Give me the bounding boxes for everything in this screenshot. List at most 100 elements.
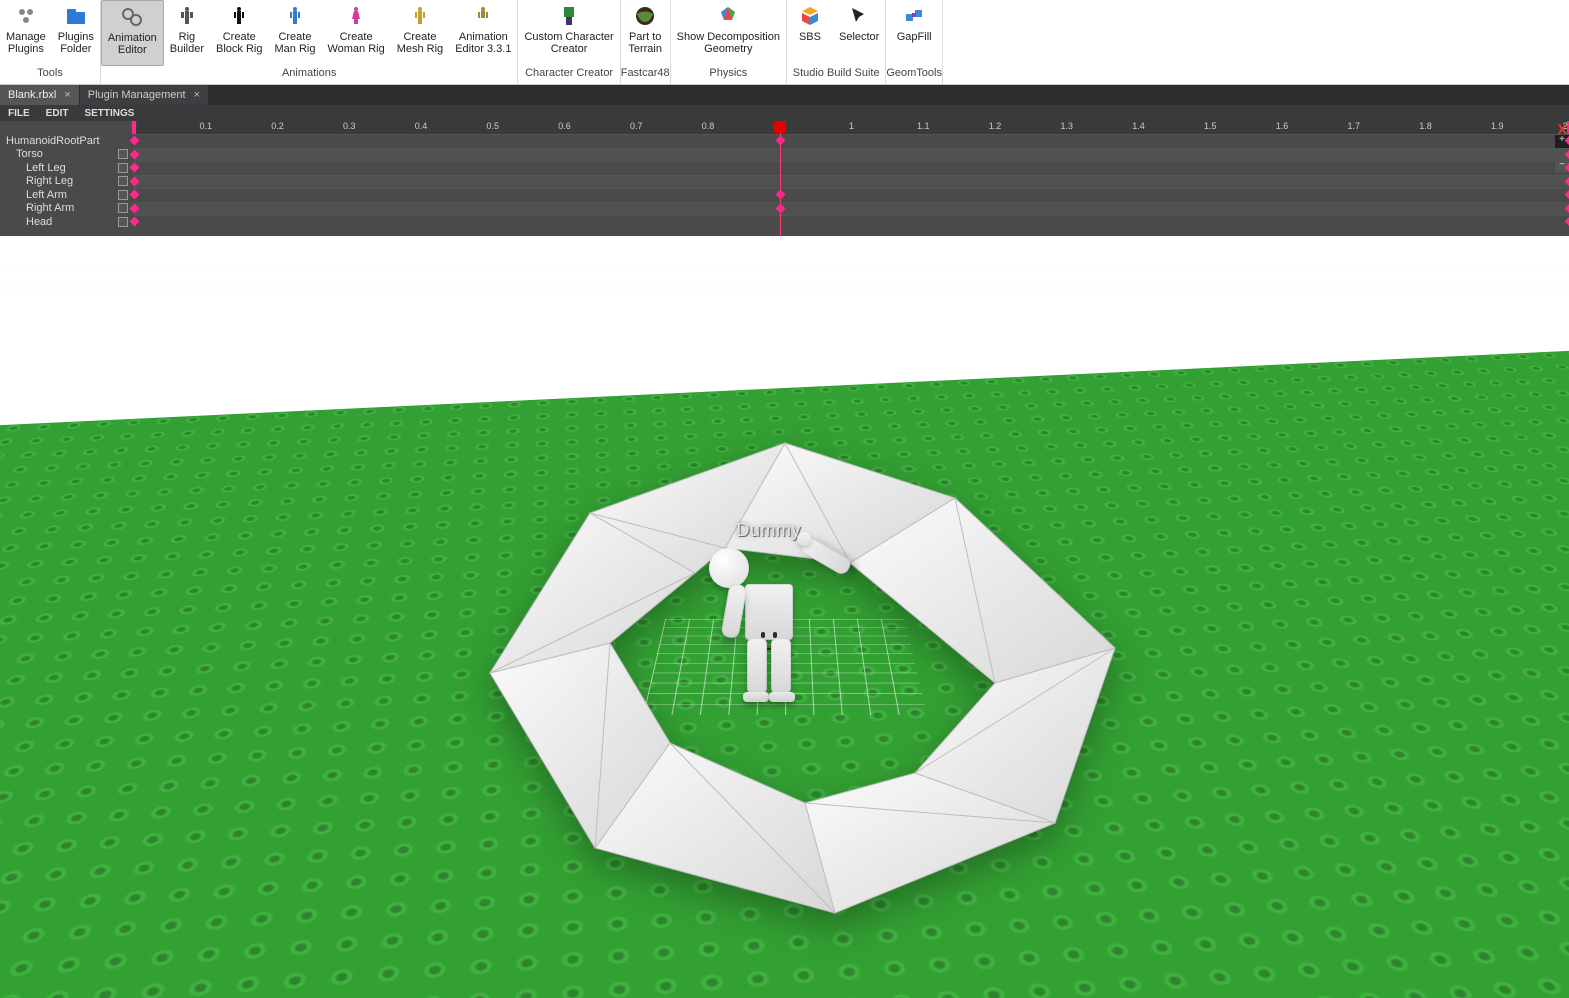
selector-icon bbox=[847, 4, 871, 28]
ruler-tick: 0.4 bbox=[415, 121, 428, 131]
animation-timeline: 00.10.20.30.40.50.60.70.80.911.11.21.31.… bbox=[134, 121, 1569, 236]
ribbon-button-label: AnimationEditor 3.3.1 bbox=[455, 31, 511, 55]
tree-item-checkbox[interactable] bbox=[118, 163, 128, 173]
tab-label: Blank.rbxl bbox=[8, 89, 56, 101]
ruler-tick: 0.7 bbox=[630, 121, 643, 131]
ruler-tick: 1.9 bbox=[1491, 121, 1504, 131]
tree-row[interactable]: Right Arm bbox=[0, 202, 134, 216]
anim-menu-item[interactable]: FILE bbox=[0, 108, 38, 119]
track-lane[interactable] bbox=[134, 215, 1569, 229]
ribbon-group: SBSSelectorStudio Build Suite bbox=[787, 0, 886, 84]
ribbon-button-label: CreateMesh Rig bbox=[397, 31, 443, 55]
tab-close-icon[interactable]: × bbox=[64, 89, 70, 101]
tree-item-checkbox[interactable] bbox=[118, 149, 128, 159]
tree-item-checkbox[interactable] bbox=[118, 203, 128, 213]
tree-row[interactable]: Torso bbox=[0, 148, 134, 162]
create-mesh-rig-button[interactable]: CreateMesh Rig bbox=[391, 0, 449, 66]
part-to-terrain-button[interactable]: Part toTerrain bbox=[622, 0, 668, 66]
close-animation-editor-button[interactable]: X bbox=[1558, 121, 1567, 137]
ribbon-button-label: GapFill bbox=[897, 31, 932, 43]
ribbon-section-label: Animations bbox=[101, 66, 518, 84]
sbs-button[interactable]: SBS bbox=[787, 0, 833, 66]
left-foot bbox=[743, 692, 769, 702]
animation-editor-icon bbox=[120, 5, 144, 29]
ribbon-button-label: Show DecompositionGeometry bbox=[677, 31, 780, 55]
viewport-3d[interactable]: Dummy bbox=[0, 236, 1569, 998]
track-lane[interactable] bbox=[134, 175, 1569, 189]
create-woman-rig-icon bbox=[344, 4, 368, 28]
character-name-label: Dummy bbox=[737, 520, 802, 541]
custom-character-creator-icon bbox=[557, 4, 581, 28]
create-woman-rig-button[interactable]: CreateWoman Rig bbox=[321, 0, 390, 66]
show-decomposition-geometry-button[interactable]: Show DecompositionGeometry bbox=[671, 0, 786, 66]
ribbon-group: AnimationEditor RigBuilderCreateBlock Rig… bbox=[101, 0, 519, 84]
tree-item-checkbox[interactable] bbox=[118, 176, 128, 186]
document-tab[interactable]: Plugin Management× bbox=[80, 85, 209, 105]
tree-item-label: Right Leg bbox=[0, 175, 118, 187]
track-lane[interactable] bbox=[134, 188, 1569, 202]
ribbon-button-label: CreateWoman Rig bbox=[327, 31, 384, 55]
ruler-tick: 0.6 bbox=[558, 121, 571, 131]
anim-menu-item[interactable]: SETTINGS bbox=[76, 108, 142, 119]
rig-builder-button[interactable]: RigBuilder bbox=[164, 0, 210, 66]
scrubber-head[interactable] bbox=[774, 121, 786, 133]
ruler-tick: 1.7 bbox=[1347, 121, 1360, 131]
ruler-tick: 1.6 bbox=[1276, 121, 1289, 131]
gapfill-icon bbox=[902, 4, 926, 28]
tree-item-label: HumanoidRootPart bbox=[0, 135, 134, 147]
anim-menu-item[interactable]: EDIT bbox=[38, 108, 77, 119]
create-block-rig-button[interactable]: CreateBlock Rig bbox=[210, 0, 268, 66]
ruler-tick: 0.8 bbox=[702, 121, 715, 131]
show-decomposition-geometry-icon bbox=[716, 4, 740, 28]
ribbon-toolbar: ManagePluginsPluginsFolderToolsAnimation… bbox=[0, 0, 1569, 85]
character-dummy[interactable]: Dummy bbox=[709, 548, 829, 748]
selector-button[interactable]: Selector bbox=[833, 0, 885, 66]
tree-row[interactable]: Left Arm bbox=[0, 188, 134, 202]
gapfill-button[interactable]: GapFill bbox=[891, 0, 938, 66]
tree-row[interactable]: Right Leg bbox=[0, 175, 134, 189]
tree-row[interactable]: HumanoidRootPart bbox=[0, 134, 134, 148]
track-lane[interactable] bbox=[134, 148, 1569, 162]
timeline-ruler[interactable]: 00.10.20.30.40.50.60.70.80.911.11.21.31.… bbox=[134, 121, 1569, 134]
plugins-folder-button[interactable]: PluginsFolder bbox=[52, 0, 100, 66]
rig-builder-icon bbox=[175, 4, 199, 28]
animation-editor-button[interactable]: AnimationEditor bbox=[101, 0, 164, 66]
animation-tree: HumanoidRootPartTorsoLeft LegRight LegLe… bbox=[0, 121, 134, 236]
tree-row[interactable]: Left Leg bbox=[0, 161, 134, 175]
ribbon-button-label: AnimationEditor bbox=[108, 32, 157, 56]
ribbon-section-label: Physics bbox=[671, 66, 786, 84]
tree-row[interactable]: Head bbox=[0, 215, 134, 229]
animation-editor-331-icon bbox=[471, 4, 495, 28]
ribbon-button-label: Part toTerrain bbox=[628, 31, 662, 55]
ribbon-group: Part toTerrain Fastcar48 bbox=[621, 0, 671, 84]
ruler-tick: 1 bbox=[849, 121, 854, 131]
ribbon-button-label: CreateBlock Rig bbox=[216, 31, 262, 55]
track-lane[interactable] bbox=[134, 202, 1569, 216]
ruler-end-marker bbox=[132, 121, 136, 134]
ribbon-section-label: Fastcar48 bbox=[621, 66, 670, 84]
tree-item-checkbox[interactable] bbox=[118, 190, 128, 200]
tab-close-icon[interactable]: × bbox=[194, 89, 200, 101]
track-lane[interactable] bbox=[134, 134, 1569, 148]
manage-plugins-button[interactable]: ManagePlugins bbox=[0, 0, 52, 66]
ribbon-button-label: ManagePlugins bbox=[6, 31, 46, 55]
track-lane[interactable] bbox=[134, 161, 1569, 175]
ruler-tick: 1.8 bbox=[1419, 121, 1432, 131]
head bbox=[709, 548, 749, 588]
ribbon-section-label: Tools bbox=[0, 66, 100, 84]
create-man-rig-icon bbox=[283, 4, 307, 28]
document-tab[interactable]: Blank.rbxl × bbox=[0, 85, 80, 105]
ribbon-button-label: CreateMan Rig bbox=[274, 31, 315, 55]
ribbon-group: Custom CharacterCreatorCharacter Creator bbox=[518, 0, 620, 84]
tree-item-label: Torso bbox=[0, 148, 118, 160]
create-man-rig-button[interactable]: CreateMan Rig bbox=[268, 0, 321, 66]
custom-character-creator-button[interactable]: Custom CharacterCreator bbox=[518, 0, 619, 66]
tree-item-checkbox[interactable] bbox=[118, 217, 128, 227]
ruler-tick: 0.1 bbox=[199, 121, 212, 131]
tree-item-label: Right Arm bbox=[0, 202, 118, 214]
part-to-terrain-icon bbox=[633, 4, 657, 28]
timeline-tracks[interactable]: + - = bbox=[134, 134, 1569, 236]
ruler-tick: 0.2 bbox=[271, 121, 284, 131]
animation-editor-331-button[interactable]: AnimationEditor 3.3.1 bbox=[449, 0, 517, 66]
ribbon-group: GapFillGeomTools bbox=[886, 0, 943, 84]
